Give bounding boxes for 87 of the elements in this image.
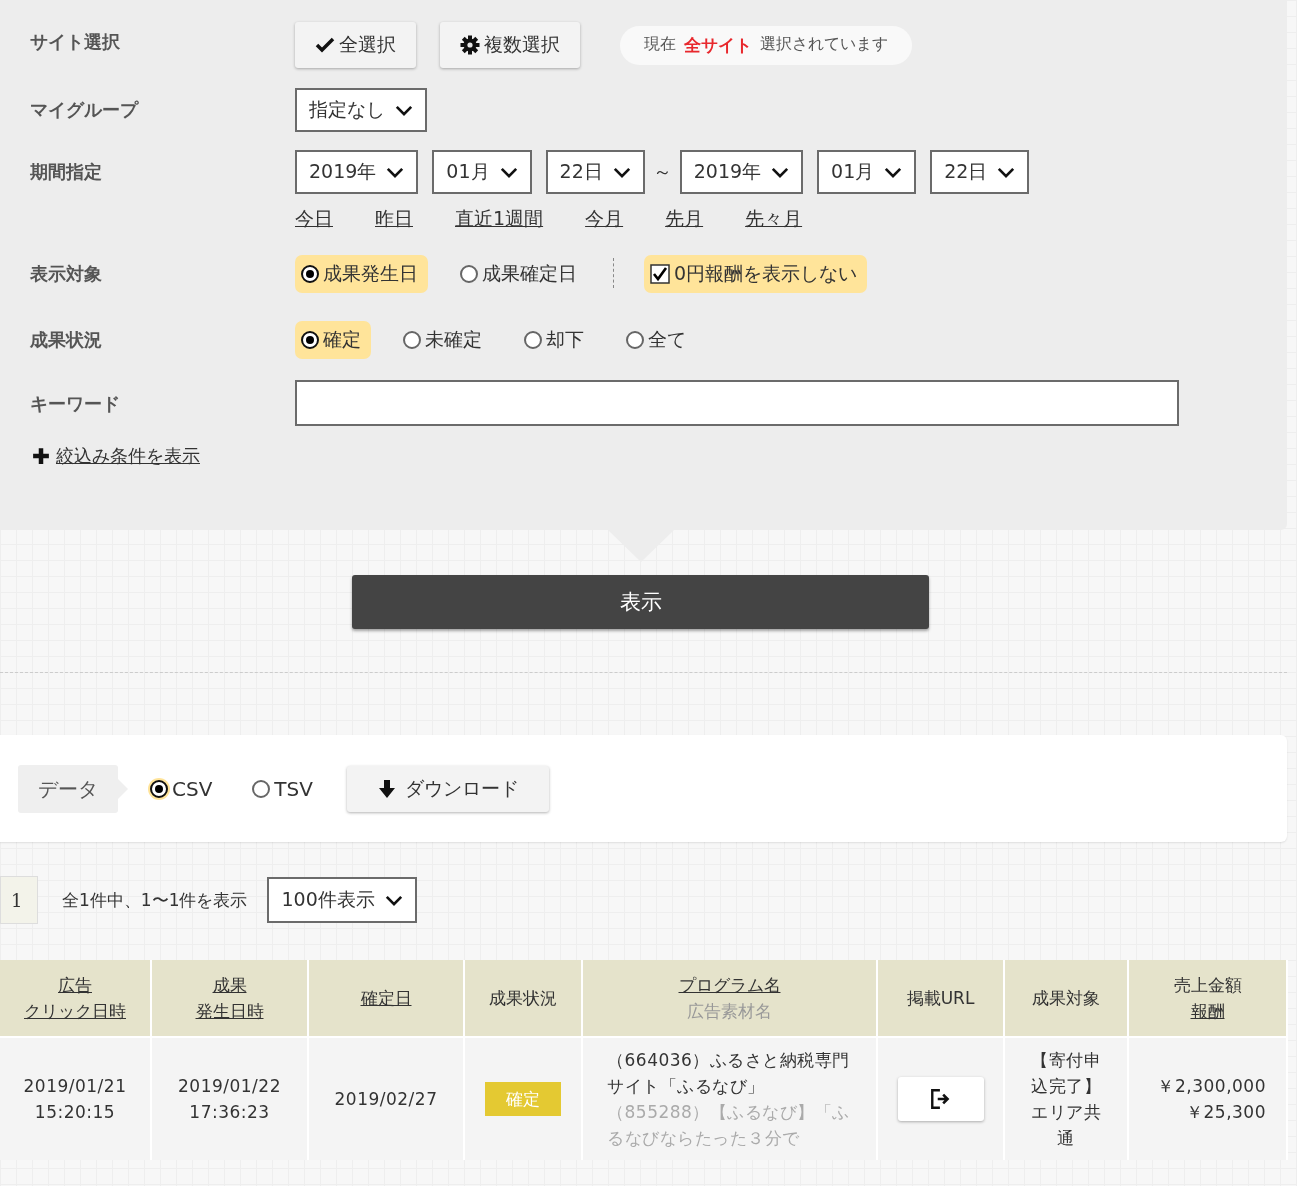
field-label: キーワード	[29, 392, 121, 416]
date-shortcut-link[interactable]: 直近1週間	[455, 206, 544, 232]
range-separator: ～	[652, 159, 672, 184]
radio-button[interactable]	[403, 331, 421, 349]
status-text: 全サイト	[684, 33, 752, 57]
header-subtitle: 広告素材名	[686, 1000, 773, 1023]
result-target: 【寄付申込完了】エリア共通	[1031, 1050, 1101, 1148]
radio-option[interactable]: 成果確定日	[454, 255, 587, 293]
header-text: 成果対象	[1031, 987, 1101, 1010]
date-select[interactable]: 01月	[817, 150, 917, 194]
date-shortcut-link[interactable]: 昨日	[375, 206, 413, 232]
radio-button[interactable]	[626, 331, 644, 349]
radio-button[interactable]	[150, 779, 168, 798]
amount: ￥2,300,000	[1156, 1075, 1266, 1098]
status-text: 現在	[644, 33, 676, 55]
sort-link[interactable]: 成果	[152, 972, 307, 998]
chevron-down-icon	[884, 165, 903, 179]
date-shortcut-link[interactable]: 今月	[585, 206, 624, 232]
field-label: 期間指定	[29, 160, 103, 184]
radio-option[interactable]: 全て	[620, 321, 696, 359]
multi-select-button[interactable]: 複数選択	[440, 22, 580, 68]
status-badge: 確定	[485, 1082, 561, 1116]
header-text: 掲載URL	[905, 987, 976, 1010]
date-select[interactable]: 22日	[930, 150, 1030, 194]
radio-option[interactable]: TSV	[252, 776, 313, 801]
download-button[interactable]: ダウンロード	[346, 765, 549, 812]
radio-option[interactable]: 成果発生日	[295, 255, 428, 293]
down-arrow-icon	[376, 778, 397, 799]
program-name: （664036）ふるさと納税専門サイト「ふるなび」	[607, 1049, 851, 1098]
show-filters-link[interactable]: 絞込み条件を表示	[56, 444, 200, 468]
header-text: 成果状況	[488, 987, 558, 1010]
keyword-input[interactable]	[295, 380, 1179, 426]
radio-option[interactable]: 確定	[295, 321, 371, 359]
plus-icon	[32, 447, 50, 465]
occur-datetime: 2019/01/22	[177, 1075, 282, 1098]
radio-button[interactable]	[252, 779, 271, 798]
submit-button[interactable]: 表示	[352, 575, 929, 629]
click-datetime: 2019/01/21	[22, 1075, 128, 1098]
radio-button[interactable]	[301, 331, 319, 349]
date-select[interactable]: 22日	[545, 150, 645, 194]
checkbox[interactable]	[650, 264, 670, 284]
group-select[interactable]: 指定なし	[295, 88, 427, 132]
date-shortcut-link[interactable]: 先々月	[745, 206, 803, 232]
date-select[interactable]: 2019年	[679, 150, 804, 194]
radio-option[interactable]: CSV	[150, 776, 213, 801]
date-shortcut-link[interactable]: 先月	[665, 206, 704, 232]
radio-option[interactable]: 未確定	[397, 321, 492, 359]
radio-button[interactable]	[301, 265, 319, 283]
open-url-button[interactable]	[897, 1077, 984, 1121]
header-text: 売上金額	[1172, 974, 1243, 997]
sort-link[interactable]: 発生日時	[152, 998, 307, 1024]
chevron-down-icon	[499, 165, 518, 179]
check-icon	[315, 35, 335, 55]
date-shortcut-link[interactable]: 今日	[295, 206, 333, 232]
field-label: 成果状況	[29, 328, 103, 352]
checkbox-option[interactable]: 0円報酬を表示しない	[644, 255, 868, 293]
chevron-down-icon	[612, 165, 631, 179]
status-text: 選択されています	[760, 33, 888, 55]
chevron-down-icon	[771, 165, 790, 179]
field-label: サイト選択	[29, 30, 121, 54]
radio-button[interactable]	[460, 265, 478, 283]
click-datetime: 15:20:15	[33, 1101, 117, 1124]
amount: ￥25,300	[1185, 1101, 1266, 1124]
chevron-down-icon	[997, 165, 1016, 179]
confirm-date: 2019/02/27	[334, 1089, 438, 1109]
sort-link[interactable]: クリック日時	[0, 998, 150, 1024]
sort-link[interactable]: 報酬	[1129, 998, 1286, 1024]
date-select[interactable]: 01月	[432, 150, 532, 194]
radio-option[interactable]: 却下	[518, 321, 594, 359]
result-summary: 全1件中、1〜1件を表示	[62, 888, 248, 912]
chevron-down-icon	[386, 165, 405, 179]
chevron-down-icon	[384, 893, 403, 907]
sort-link[interactable]: プログラム名	[583, 972, 876, 998]
chevron-down-icon	[395, 103, 413, 117]
field-label: 表示対象	[29, 262, 103, 286]
per-page-select[interactable]: 100件表示	[267, 877, 417, 923]
sort-link[interactable]: 広告	[0, 972, 150, 998]
occur-datetime: 17:36:23	[188, 1101, 271, 1124]
page-button[interactable]: 1	[0, 876, 38, 924]
field-label: マイグループ	[29, 98, 140, 122]
sort-link[interactable]: 確定日	[309, 985, 463, 1011]
date-select[interactable]: 2019年	[295, 150, 419, 194]
material-name: （855288）【ふるなび】「ふるなびならたった３分で	[607, 1101, 851, 1150]
data-label: データ	[18, 764, 118, 813]
select-all-button[interactable]: 全選択	[295, 22, 416, 68]
gear-icon	[460, 35, 480, 55]
radio-button[interactable]	[524, 331, 542, 349]
